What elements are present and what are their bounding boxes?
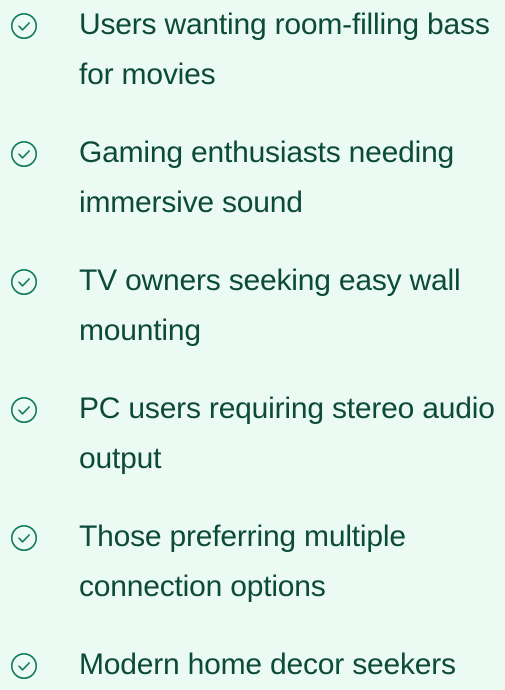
feature-text: Modern home decor seekers bbox=[79, 648, 456, 681]
feature-text: Those preferring multiple connection opt… bbox=[79, 520, 406, 603]
check-circle-icon bbox=[10, 524, 38, 552]
check-circle-icon bbox=[10, 652, 38, 680]
check-circle-icon bbox=[10, 396, 38, 424]
check-circle-icon bbox=[10, 140, 38, 168]
feature-list: Users wanting room-filling bass for movi… bbox=[0, 0, 505, 681]
feature-text: Users wanting room-filling bass for movi… bbox=[79, 8, 490, 91]
feature-text: PC users requiring stereo audio output bbox=[79, 392, 495, 475]
feature-text: TV owners seeking easy wall mounting bbox=[79, 264, 461, 347]
feature-text: Gaming enthusiasts needing immersive sou… bbox=[79, 136, 455, 219]
check-circle-icon bbox=[10, 268, 38, 296]
check-circle-icon bbox=[10, 12, 38, 40]
